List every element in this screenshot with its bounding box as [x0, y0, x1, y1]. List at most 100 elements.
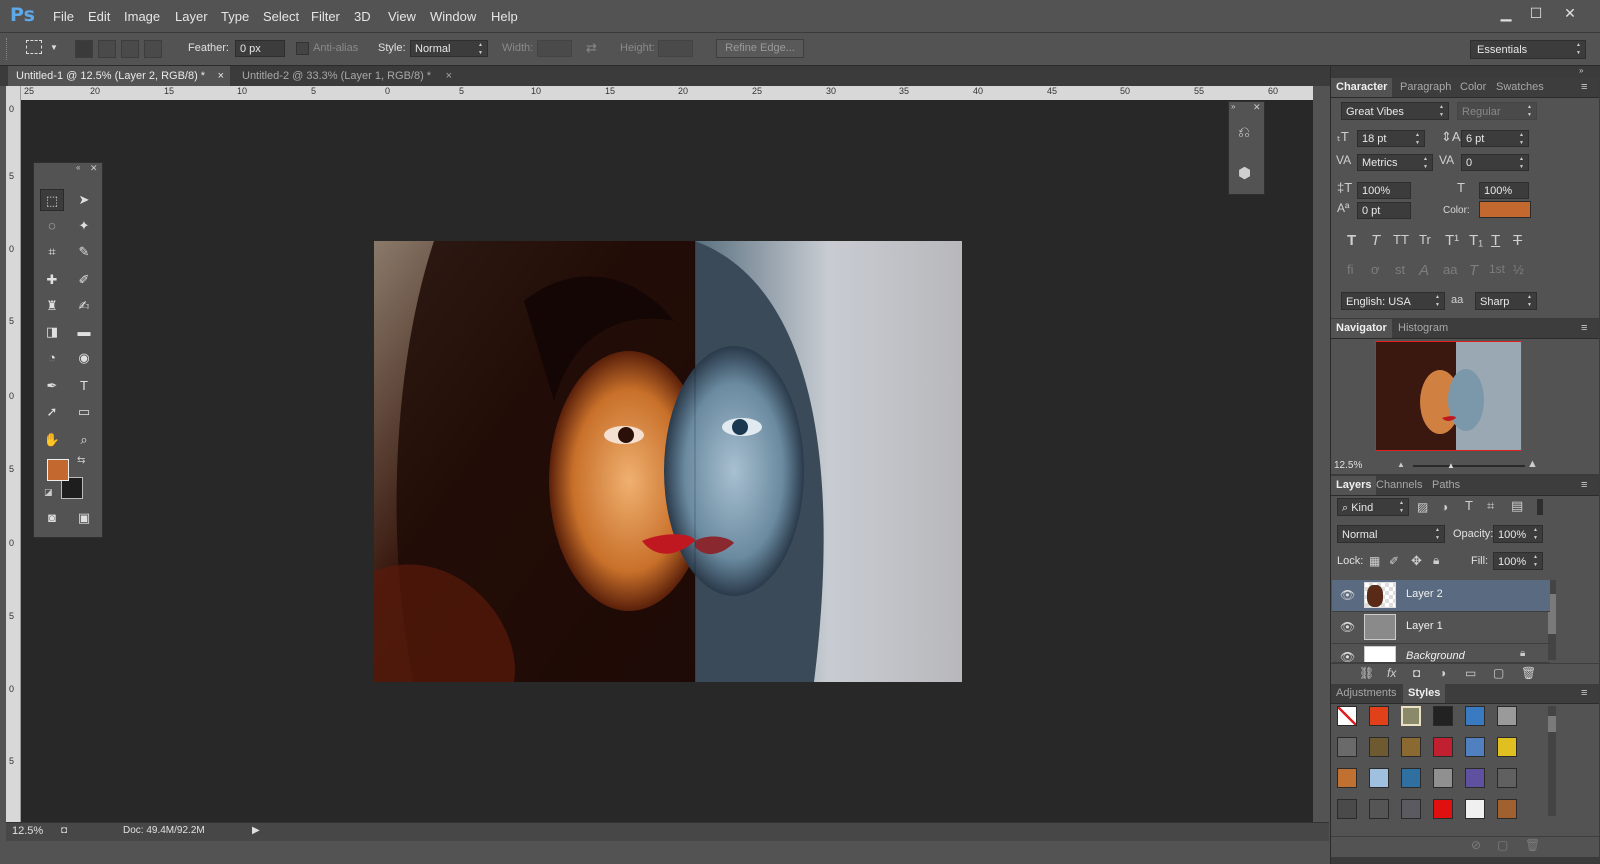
style-swatch[interactable] [1337, 799, 1357, 819]
vertical-scale-input[interactable]: 100% [1357, 182, 1411, 199]
swap-arrows-icon[interactable]: ⇄ [586, 40, 597, 56]
style-swatch[interactable] [1433, 768, 1453, 788]
anti-alias-dropdown[interactable]: Sharp [1475, 292, 1537, 310]
adjustment-filter-icon[interactable]: ◑ [1441, 500, 1448, 514]
move-tool[interactable]: ➤ [72, 189, 96, 211]
zoom-slider[interactable] [1413, 465, 1525, 467]
tab-channels[interactable]: Channels [1371, 476, 1427, 495]
3d-panel-icon[interactable]: ⬢ [1238, 164, 1251, 182]
tab-paragraph[interactable]: Paragraph [1395, 78, 1456, 97]
blend-mode-dropdown[interactable]: Normal [1337, 525, 1445, 543]
new-group-icon[interactable]: ▭ [1465, 666, 1476, 680]
history-brush-tool[interactable]: ✍ [72, 295, 96, 317]
menu-type[interactable]: Type [221, 9, 249, 24]
navigator-zoom-value[interactable]: 12.5% [1334, 460, 1362, 471]
font-size-dropdown[interactable]: 18 pt [1357, 130, 1425, 147]
anti-alias-checkbox[interactable] [296, 42, 309, 55]
navigator-thumbnail[interactable] [1375, 341, 1522, 451]
feather-input[interactable]: 0 px [235, 40, 285, 57]
tab-color[interactable]: Color [1455, 78, 1491, 97]
tab-untitled-1[interactable]: Untitled-1 @ 12.5% (Layer 2, RGB/8) * × [8, 66, 230, 86]
rectangular-marquee-tool[interactable]: ⬚ [40, 189, 64, 211]
style-swatch[interactable] [1401, 768, 1421, 788]
tab-layers[interactable]: Layers [1331, 476, 1377, 495]
quick-mask-icon[interactable]: ◙ [40, 507, 64, 529]
magic-wand-tool[interactable]: ✦ [72, 215, 96, 237]
discretionary-ligatures-button[interactable]: st [1395, 262, 1405, 277]
menu-filter[interactable]: Filter [311, 9, 340, 24]
lock-transparent-icon[interactable]: ▦ [1369, 554, 1380, 568]
style-swatch[interactable] [1433, 799, 1453, 819]
lock-position-icon[interactable]: ✥ [1411, 553, 1422, 569]
history-panel-icon[interactable]: ⎌ [1238, 124, 1250, 141]
strikethrough-button[interactable]: T [1513, 232, 1522, 249]
subscript-button[interactable]: T₁ [1469, 232, 1483, 249]
zoom-tool[interactable]: ⌕ [72, 429, 96, 451]
close-tab-icon[interactable]: × [446, 66, 452, 86]
status-menu-arrow-icon[interactable]: ▶ [252, 825, 260, 836]
language-dropdown[interactable]: English: USA [1341, 292, 1445, 310]
document-image[interactable] [374, 241, 962, 682]
layer-row-layer-2[interactable]: 👁︎ Layer 2 [1332, 580, 1550, 612]
style-swatch[interactable] [1369, 799, 1389, 819]
close-icon[interactable]: ✕ [1253, 102, 1261, 113]
clear-style-icon[interactable]: ⊘ [1471, 838, 1481, 852]
close-tab-icon[interactable]: × [218, 66, 224, 86]
height-input[interactable] [658, 40, 693, 57]
foreground-color-swatch[interactable] [47, 459, 69, 481]
style-swatch[interactable] [1433, 737, 1453, 757]
subtract-selection-icon[interactable] [121, 40, 139, 58]
style-swatch[interactable] [1369, 768, 1389, 788]
intersect-selection-icon[interactable] [144, 40, 162, 58]
tab-untitled-2[interactable]: Untitled-2 @ 33.3% (Layer 1, RGB/8) * × [234, 66, 458, 86]
pixel-filter-icon[interactable]: ▨ [1417, 500, 1428, 514]
type-filter-icon[interactable]: T [1465, 498, 1473, 513]
new-style-icon[interactable]: ▢ [1497, 838, 1508, 852]
style-swatch[interactable] [1465, 768, 1485, 788]
rectangle-tool[interactable]: ▭ [72, 401, 96, 423]
menu-layer[interactable]: Layer [175, 9, 208, 24]
layer-row-background[interactable]: 👁︎ Background 🔒︎ [1332, 644, 1550, 663]
kerning-dropdown[interactable]: Metrics [1357, 154, 1433, 171]
delete-style-icon[interactable]: 🗑︎ [1525, 838, 1540, 852]
marquee-preset-icon[interactable] [26, 40, 42, 54]
zoom-in-icon[interactable]: ▲ [1527, 458, 1538, 470]
layer-row-layer-1[interactable]: 👁︎ Layer 1 [1332, 612, 1550, 644]
menu-image[interactable]: Image [124, 9, 160, 24]
eye-icon[interactable]: 👁︎ [1340, 620, 1355, 634]
smart-object-filter-icon[interactable]: ▤ [1511, 498, 1523, 514]
shape-filter-icon[interactable]: ⌗ [1487, 498, 1494, 514]
style-swatch[interactable] [1337, 768, 1357, 788]
menu-file[interactable]: File [53, 9, 74, 24]
style-swatch[interactable] [1369, 737, 1389, 757]
style-swatch[interactable] [1401, 706, 1421, 726]
panel-menu-icon[interactable]: ≡ [1581, 479, 1587, 491]
menu-view[interactable]: View [388, 9, 416, 24]
leading-dropdown[interactable]: 6 pt [1461, 130, 1529, 147]
lock-image-icon[interactable]: ✐ [1389, 554, 1399, 568]
eye-icon[interactable]: 👁︎ [1340, 650, 1355, 662]
stylistic-alternates-button[interactable]: aa [1443, 262, 1457, 277]
swap-colors-icon[interactable]: ⇆ [77, 455, 85, 466]
style-swatch[interactable] [1401, 737, 1421, 757]
menu-3d[interactable]: 3D [354, 9, 371, 24]
faux-bold-button[interactable]: T [1347, 232, 1356, 249]
layer-filter-dropdown[interactable]: ⌕ Kind [1337, 498, 1409, 516]
dodge-tool[interactable]: ◉ [72, 347, 96, 369]
style-swatch[interactable] [1337, 737, 1357, 757]
layer-name[interactable]: Layer 2 [1406, 588, 1443, 600]
opacity-input[interactable]: 100% [1493, 525, 1543, 543]
eye-icon[interactable]: 👁︎ [1340, 588, 1355, 602]
brush-tool[interactable]: ✐ [72, 269, 96, 291]
trash-icon[interactable]: 🗑 [1521, 666, 1536, 680]
tracking-dropdown[interactable]: 0 [1461, 154, 1529, 171]
tab-navigator[interactable]: Navigator [1331, 319, 1392, 338]
superscript-button[interactable]: T¹ [1445, 232, 1459, 249]
tab-character[interactable]: Character [1331, 78, 1393, 97]
zoom-level[interactable]: 12.5% [12, 825, 43, 837]
width-input[interactable] [537, 40, 572, 57]
style-swatch[interactable] [1465, 799, 1485, 819]
zoom-out-icon[interactable]: ▲ [1397, 460, 1405, 469]
workspace-dropdown[interactable]: Essentials [1470, 40, 1586, 59]
refine-edge-button[interactable]: Refine Edge... [716, 39, 804, 58]
